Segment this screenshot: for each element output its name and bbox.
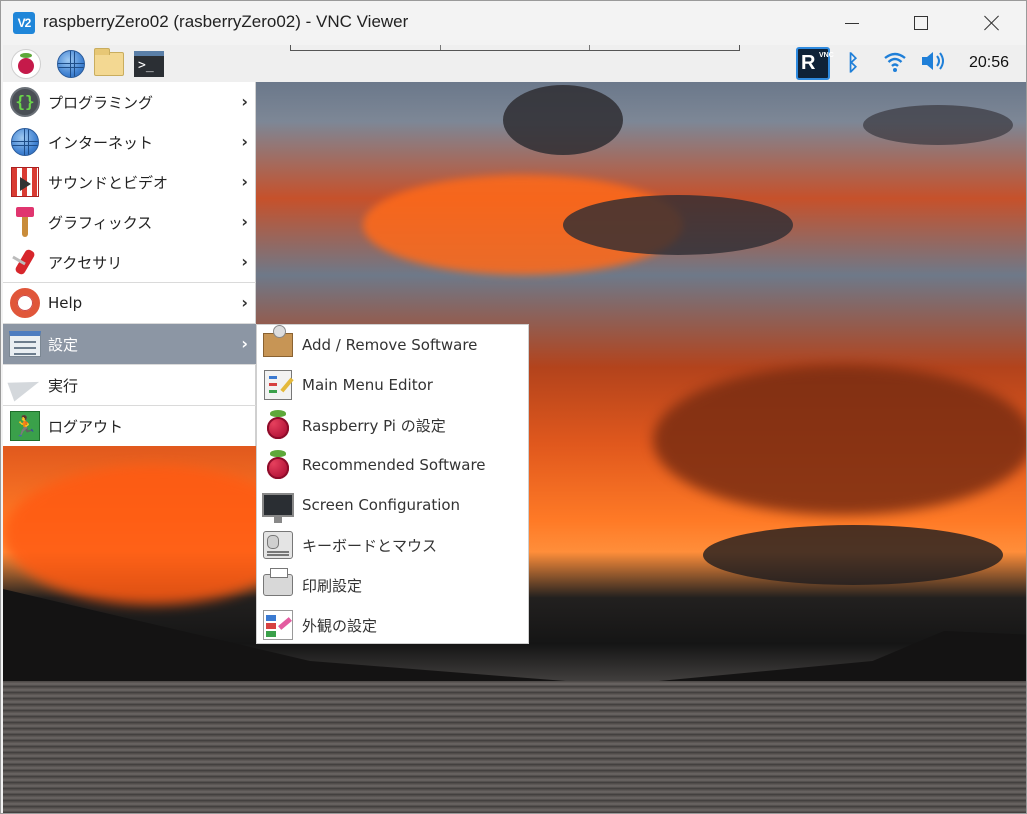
submenu-item-screen-configuration[interactable]: Screen Configuration: [257, 485, 528, 525]
vnc-tray-small-text: VNC: [819, 52, 834, 59]
help-icon: [10, 288, 40, 318]
sound-video-icon: [11, 167, 39, 197]
taskbar: >_ R VNC ᛒ 20:56: [3, 45, 1026, 82]
remote-desktop[interactable]: >_ R VNC ᛒ 20:56 {} プログラミング › インターネット › …: [3, 45, 1026, 813]
internet-icon: [11, 128, 39, 156]
menu-item-help[interactable]: Help ›: [3, 283, 256, 323]
menu-item-label: インターネット: [48, 133, 154, 152]
programming-icon: {}: [10, 87, 40, 117]
raspberry-pi-icon: [265, 450, 291, 480]
minimize-button[interactable]: [829, 1, 875, 45]
menu-item-label: 実行: [48, 376, 79, 395]
chevron-right-icon: ›: [241, 252, 248, 271]
minimize-icon: [845, 22, 859, 24]
appearance-icon: [263, 610, 293, 640]
submenu-item-main-menu-editor[interactable]: Main Menu Editor: [257, 365, 528, 405]
bluetooth-icon[interactable]: ᛒ: [839, 49, 867, 79]
menu-item-label: プログラミング: [48, 93, 154, 112]
main-menu: {} プログラミング › インターネット › サウンドとビデオ › グラフィック…: [3, 82, 256, 446]
file-manager-button[interactable]: [94, 48, 124, 79]
maximize-icon: [914, 16, 928, 30]
keyboard-mouse-icon: [263, 531, 293, 559]
window-list[interactable]: [290, 45, 740, 51]
menu-item-graphics[interactable]: グラフィックス ›: [3, 202, 256, 242]
raspberry-menu-icon: [11, 49, 41, 79]
chevron-right-icon: ›: [241, 92, 248, 111]
submenu-item-print-settings[interactable]: 印刷設定: [257, 565, 528, 605]
monitor-icon: [262, 493, 294, 523]
wallpaper-sea: [3, 681, 1026, 813]
submenu-item-label: 印刷設定: [302, 576, 363, 595]
vnc-viewer-window: V2 raspberryZero02 (rasberryZero02) - VN…: [0, 0, 1027, 814]
maximize-button[interactable]: [898, 1, 944, 45]
wifi-icon[interactable]: [881, 49, 909, 79]
terminal-icon: >_: [134, 51, 164, 77]
wallpaper-cloud: [863, 105, 1013, 145]
submenu-item-label: キーボードとマウス: [302, 536, 438, 555]
vnc-app-icon: V2: [13, 12, 35, 34]
run-icon: [10, 373, 40, 397]
printer-icon: [263, 568, 293, 596]
submenu-item-keyboard-mouse[interactable]: キーボードとマウス: [257, 525, 528, 565]
menu-item-label: ログアウト: [48, 417, 124, 436]
submenu-item-label: Add / Remove Software: [302, 336, 478, 354]
submenu-item-label: Recommended Software: [302, 456, 486, 474]
submenu-item-label: Screen Configuration: [302, 496, 461, 514]
menu-item-settings[interactable]: 設定 ›: [3, 324, 256, 364]
menu-item-programming[interactable]: {} プログラミング ›: [3, 82, 256, 122]
chevron-right-icon: ›: [241, 172, 248, 191]
vnc-tray-letter: R: [801, 52, 816, 74]
chevron-right-icon: ›: [241, 212, 248, 231]
menu-item-run[interactable]: 実行: [3, 365, 256, 405]
submenu-item-recommended-software[interactable]: Recommended Software: [257, 445, 528, 485]
terminal-button[interactable]: >_: [134, 49, 164, 79]
submenu-item-label: Raspberry Pi の設定: [302, 416, 446, 435]
submenu-item-appearance-settings[interactable]: 外観の設定: [257, 605, 528, 645]
title-bar[interactable]: V2 raspberryZero02 (rasberryZero02) - VN…: [1, 1, 1026, 45]
vnc-server-tray-icon[interactable]: R VNC: [796, 47, 834, 80]
menu-item-label: アクセサリ: [48, 253, 123, 272]
package-icon: [263, 325, 293, 357]
menu-editor-icon: [264, 370, 292, 400]
menu-item-accessories[interactable]: アクセサリ ›: [3, 242, 256, 282]
close-icon: [984, 15, 1000, 31]
menu-item-label: グラフィックス: [48, 213, 153, 232]
chevron-right-icon: ›: [241, 334, 248, 353]
chevron-right-icon: ›: [241, 132, 248, 151]
logout-icon: 🏃: [10, 411, 40, 441]
chevron-right-icon: ›: [241, 293, 248, 312]
menu-item-label: Help: [48, 294, 83, 312]
menu-item-logout[interactable]: 🏃 ログアウト: [3, 406, 256, 446]
settings-icon: [9, 331, 41, 357]
window-title: raspberryZero02 (rasberryZero02) - VNC V…: [43, 12, 409, 31]
wallpaper-cloud: [653, 365, 1026, 515]
raspberry-menu-button[interactable]: [11, 49, 41, 79]
menu-item-sound-video[interactable]: サウンドとビデオ ›: [3, 162, 256, 202]
submenu-item-raspberry-pi-config[interactable]: Raspberry Pi の設定: [257, 405, 528, 445]
clock[interactable]: 20:56: [969, 54, 1009, 72]
submenu-item-label: Main Menu Editor: [302, 376, 433, 394]
menu-item-label: 設定: [48, 335, 79, 354]
wallpaper-cloud: [503, 85, 623, 155]
accessories-icon: [10, 247, 40, 277]
web-browser-icon: [57, 50, 85, 78]
settings-submenu: Add / Remove Software Main Menu Editor R…: [256, 324, 529, 644]
volume-icon[interactable]: [920, 49, 948, 79]
graphics-icon: [14, 207, 36, 237]
submenu-item-label: 外観の設定: [302, 616, 378, 635]
close-button[interactable]: [969, 1, 1015, 45]
raspberry-pi-icon: [265, 410, 291, 440]
file-manager-icon: [94, 48, 124, 76]
menu-item-label: サウンドとビデオ: [48, 173, 169, 192]
submenu-item-add-remove-software[interactable]: Add / Remove Software: [257, 325, 528, 365]
web-browser-button[interactable]: [56, 49, 86, 79]
wallpaper-cloud: [703, 525, 1003, 585]
menu-item-internet[interactable]: インターネット ›: [3, 122, 256, 162]
wallpaper-cloud: [563, 195, 793, 255]
